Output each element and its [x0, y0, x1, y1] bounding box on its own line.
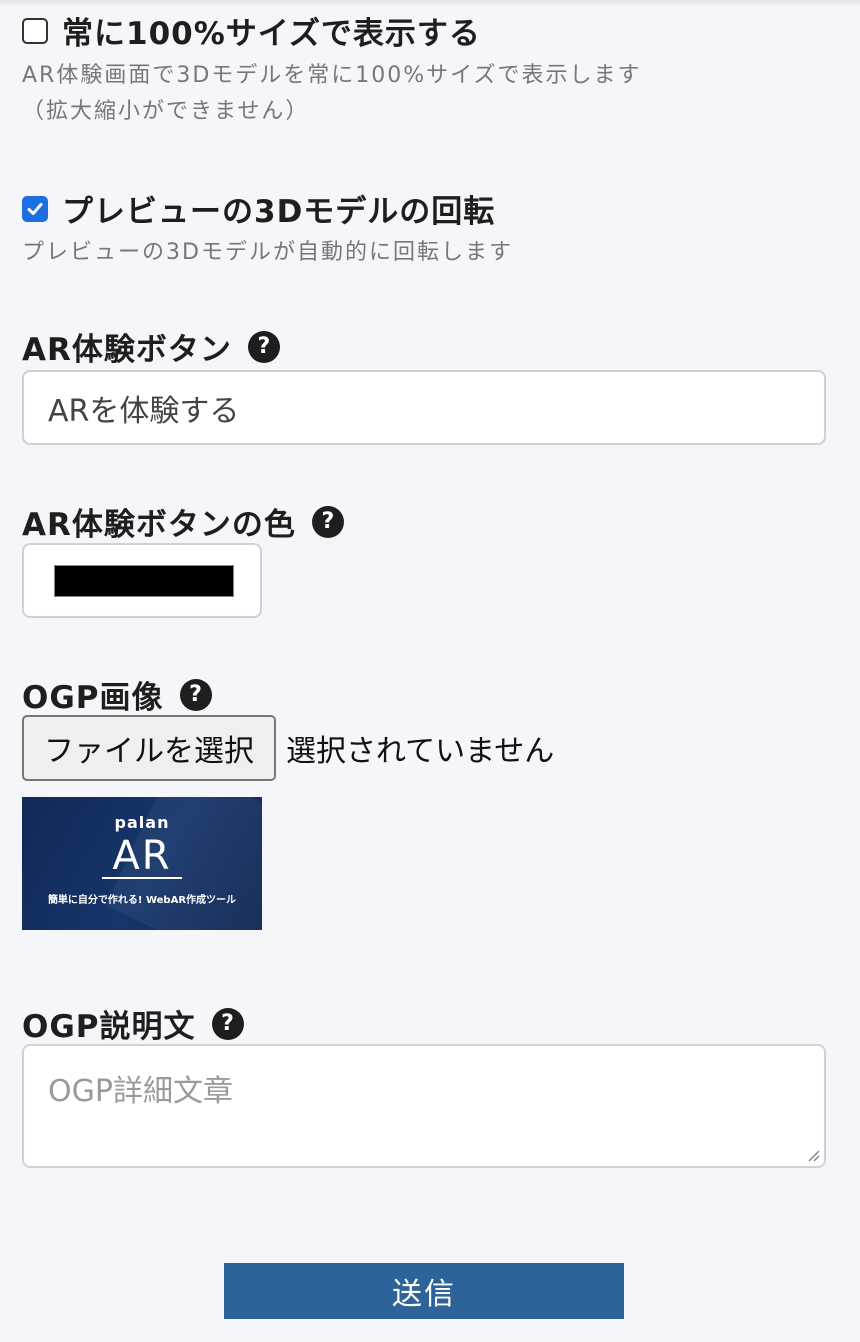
checkmark-icon	[27, 202, 43, 215]
ogp-description-label: OGP説明文	[22, 1009, 196, 1045]
preview-rotation-option[interactable]: プレビューの3Dモデルの回転	[22, 186, 495, 231]
always-full-size-checkbox[interactable]	[22, 17, 48, 44]
always-full-size-help: AR体験画面で3Dモデルを常に100%サイズで表示します （拡大縮小ができません…	[22, 58, 642, 130]
choose-file-button[interactable]: ファイルを選択	[22, 715, 276, 781]
color-swatch	[54, 565, 234, 597]
always-full-size-help-line1: AR体験画面で3Dモデルを常に100%サイズで表示します	[22, 63, 642, 88]
ar-button-label: AR体験ボタン	[22, 332, 232, 368]
form-page: 常に100%サイズで表示する AR体験画面で3Dモデルを常に100%サイズで表示…	[0, 0, 860, 1342]
always-full-size-help-line2: （拡大縮小ができません）	[22, 99, 310, 124]
ogp-image-preview: palan AR 簡単に自分で作れる! WebAR作成ツール	[22, 797, 262, 930]
ogp-description-textarea[interactable]: OGP詳細文章	[22, 1044, 826, 1168]
submit-button[interactable]: 送信	[224, 1263, 624, 1319]
ar-button-field-label: AR体験ボタン ?	[22, 324, 280, 369]
ar-button-text-value: ARを体験する	[48, 393, 240, 429]
help-icon[interactable]: ?	[179, 678, 212, 711]
ar-button-color-picker[interactable]	[22, 543, 262, 618]
ar-button-color-field-label: AR体験ボタンの色 ?	[22, 499, 344, 544]
preview-tagline: 簡単に自分で作れる! WebAR作成ツール	[47, 895, 237, 906]
preview-rotation-label: プレビューの3Dモデルの回転	[62, 194, 496, 230]
help-icon[interactable]: ?	[311, 505, 344, 538]
always-full-size-option[interactable]: 常に100%サイズで表示する	[22, 8, 481, 53]
preview-rotation-help: プレビューの3Dモデルが自動的に回転します	[22, 240, 513, 265]
preview-brand-small: palan	[114, 813, 170, 832]
resize-grip-icon[interactable]	[806, 1148, 820, 1162]
preview-rotation-checkbox[interactable]	[22, 195, 48, 222]
always-full-size-label: 常に100%サイズで表示する	[62, 16, 481, 52]
ogp-description-field-label: OGP説明文 ?	[22, 1001, 244, 1046]
ogp-image-field-label: OGP画像 ?	[22, 672, 212, 717]
help-icon[interactable]: ?	[247, 330, 280, 363]
preview-brand-large: AR	[112, 833, 172, 879]
top-divider	[0, 0, 860, 6]
help-icon[interactable]: ?	[211, 1007, 244, 1040]
ogp-description-placeholder: OGP詳細文章	[48, 1074, 233, 1109]
ogp-image-label: OGP画像	[22, 680, 164, 716]
file-status-text: 選択されていません	[286, 734, 555, 769]
preview-logo-base	[102, 877, 182, 881]
ar-button-color-label: AR体験ボタンの色	[22, 507, 296, 543]
ar-button-text-input[interactable]: ARを体験する	[22, 370, 826, 445]
